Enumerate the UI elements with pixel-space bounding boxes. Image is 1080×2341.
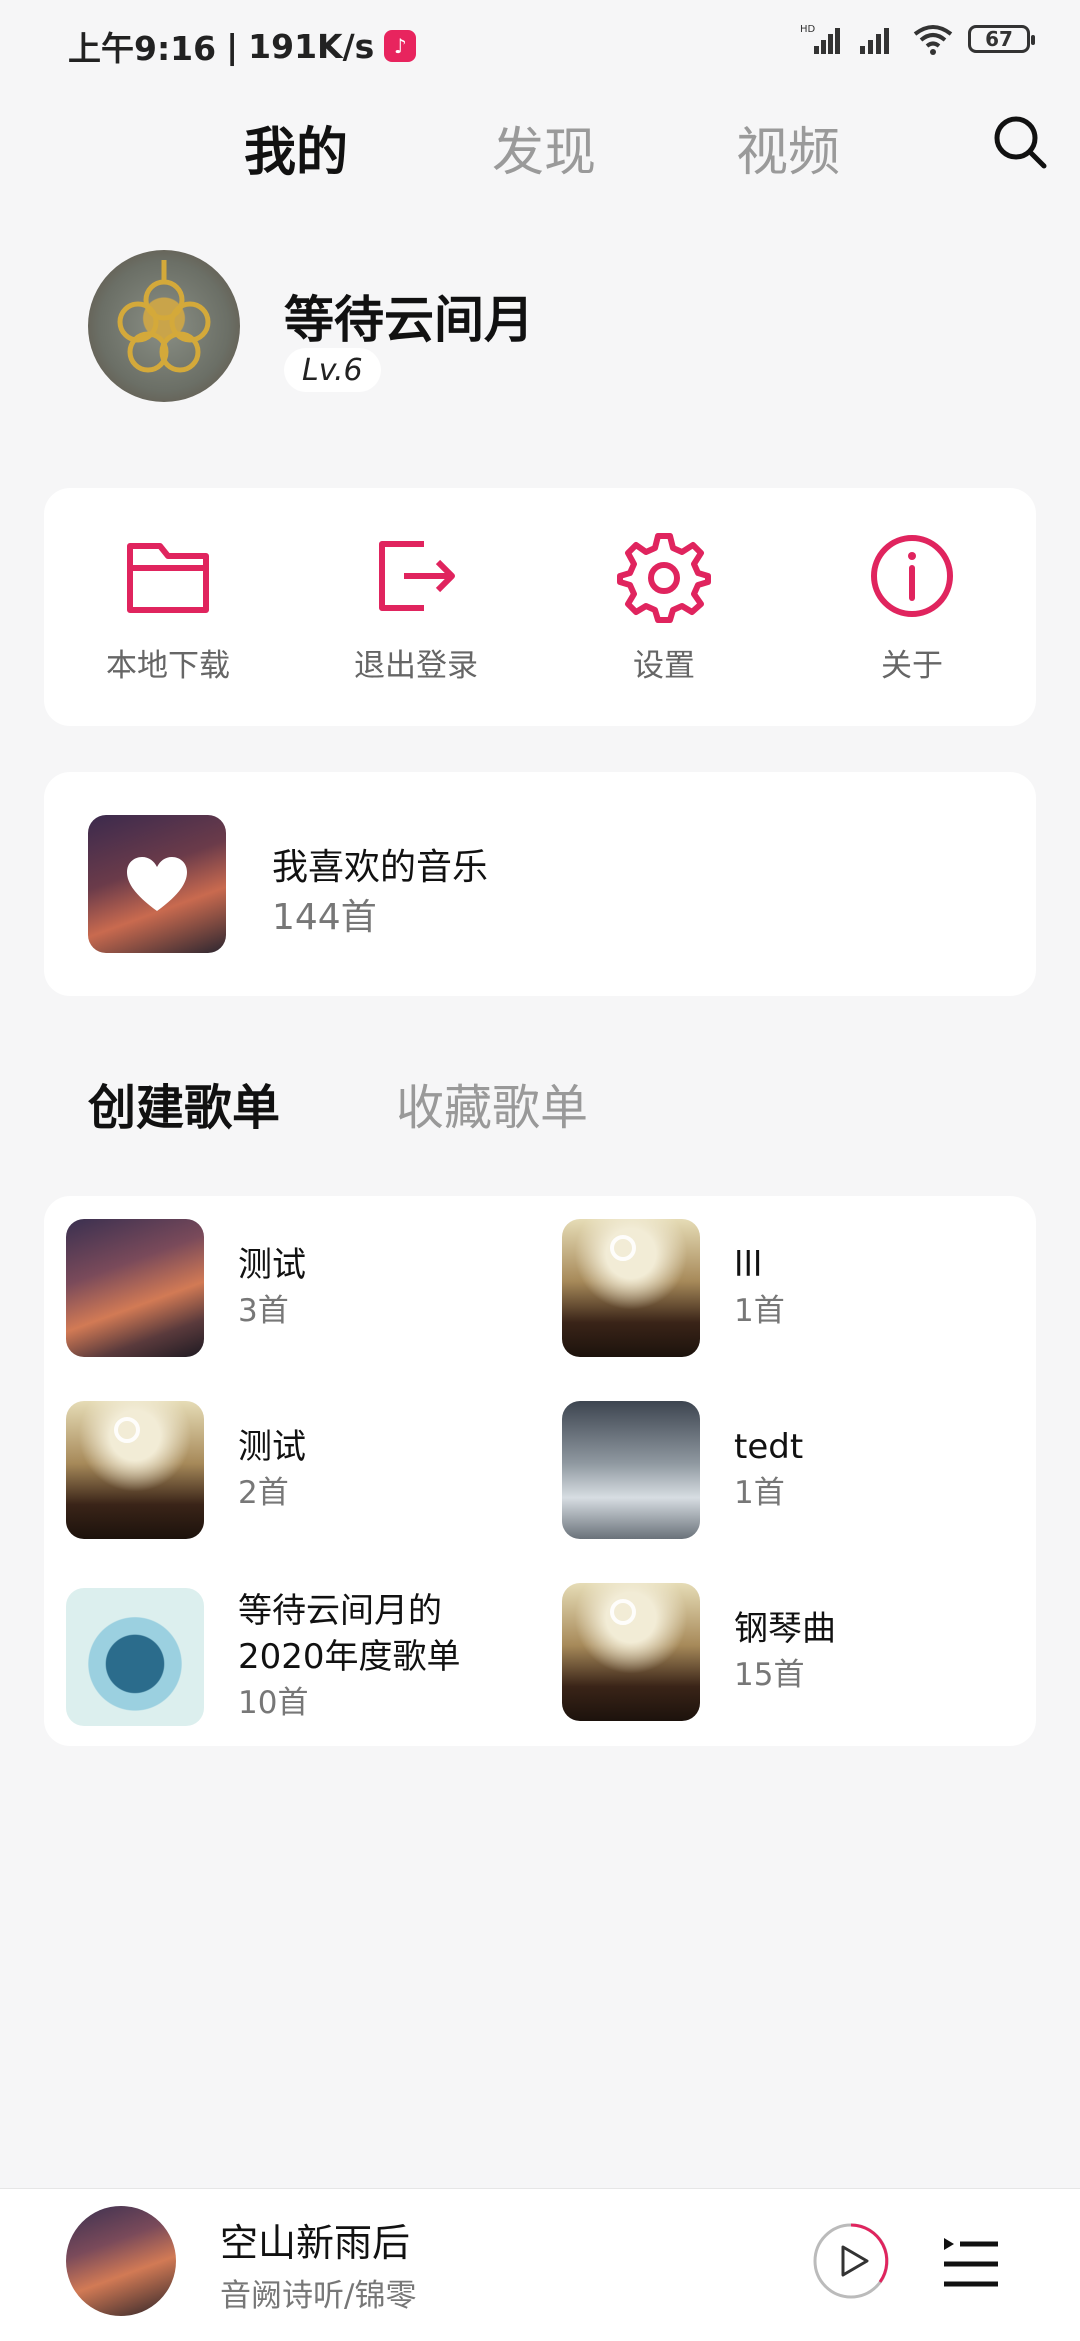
tab-video[interactable]: 视频: [736, 110, 840, 185]
playlist-item[interactable]: 钢琴曲 15首: [562, 1582, 1032, 1722]
tab-created-playlists[interactable]: 创建歌单: [88, 1068, 280, 1138]
playlist-count: 15首: [734, 1657, 805, 1693]
playlist-cover: [66, 1401, 204, 1539]
status-time: 上午9:16: [68, 29, 217, 68]
status-bar-right: HD 67: [800, 22, 1035, 56]
playlist-queue-icon[interactable]: [940, 2234, 1000, 2290]
now-playing-artist: 音阙诗听/锦零: [220, 2278, 417, 2314]
status-bar-left: 上午9:16 | 191K/s ♪: [68, 22, 417, 70]
playlist-name-line1: 等待云间月的: [238, 1591, 442, 1631]
avatar[interactable]: [88, 250, 240, 402]
tab-discover[interactable]: 发现: [492, 110, 596, 185]
playlist-count: 2首: [238, 1475, 289, 1511]
playlist-cover: [562, 1401, 700, 1539]
gear-icon: [617, 533, 711, 623]
level-badge: Lv.6: [284, 348, 381, 392]
logout-button[interactable]: 退出登录: [292, 528, 540, 685]
playlist-count: 10首: [238, 1685, 309, 1721]
playlist-item[interactable]: 测试 2首: [66, 1400, 536, 1540]
battery-level: 67: [985, 27, 1013, 51]
heart-icon: [127, 857, 187, 911]
status-divider: |: [226, 26, 239, 66]
playlist-item[interactable]: lll 1首: [562, 1218, 1032, 1358]
playlist-name: lll: [734, 1245, 763, 1285]
playlist-item[interactable]: 等待云间月的 2020年度歌单 10首: [66, 1582, 536, 1732]
favorite-music-count: 144首: [272, 897, 377, 938]
tab-mine[interactable]: 我的: [244, 110, 348, 185]
settings-button[interactable]: 设置: [540, 528, 788, 685]
playlist-name: 测试: [238, 1245, 306, 1285]
playlist-cover: [562, 1583, 700, 1721]
playlist-name: 钢琴曲: [734, 1609, 836, 1649]
hd-label: HD: [800, 24, 816, 35]
playlist-cover: [66, 1219, 204, 1357]
logout-icon: [379, 541, 455, 611]
favorite-music-title: 我喜欢的音乐: [272, 847, 489, 888]
about-label: 关于: [881, 648, 943, 684]
logout-label: 退出登录: [354, 648, 478, 684]
local-download-label: 本地下载: [106, 648, 230, 684]
search-icon[interactable]: [990, 112, 1050, 172]
wifi-icon: [913, 25, 953, 55]
music-app-icon: ♪: [384, 30, 417, 62]
about-button[interactable]: 关于: [788, 528, 1036, 685]
playlist-cover: [66, 1588, 204, 1726]
play-button[interactable]: [812, 2222, 890, 2300]
playlist-item[interactable]: tedt 1首: [562, 1400, 1032, 1540]
now-playing-title: 空山新雨后: [220, 2221, 411, 2265]
playlist-count: 1首: [734, 1475, 785, 1511]
favorite-music-cover: [88, 815, 226, 953]
folder-icon: [127, 543, 209, 613]
playlist-count: 3首: [238, 1293, 289, 1329]
now-playing-cover[interactable]: [66, 2206, 176, 2316]
playlist-item[interactable]: 测试 3首: [66, 1218, 536, 1358]
username: 等待云间月: [284, 291, 534, 349]
signal-icon-2: [860, 28, 889, 54]
playlist-count: 1首: [734, 1293, 785, 1329]
playlist-name-line2: 2020年度歌单: [238, 1637, 461, 1677]
battery-icon: 67: [968, 25, 1035, 53]
info-icon: [871, 535, 953, 617]
tab-collected-playlists[interactable]: 收藏歌单: [396, 1068, 588, 1138]
playlist-cover: [562, 1219, 700, 1357]
local-download-button[interactable]: 本地下载: [44, 528, 292, 685]
settings-label: 设置: [633, 648, 695, 684]
playlist-name: 测试: [238, 1427, 306, 1467]
avatar-flower-image: [117, 260, 211, 373]
playlist-name: tedt: [734, 1427, 804, 1467]
network-speed: 191K/s: [248, 26, 375, 66]
signal-icon: HD: [800, 24, 840, 54]
